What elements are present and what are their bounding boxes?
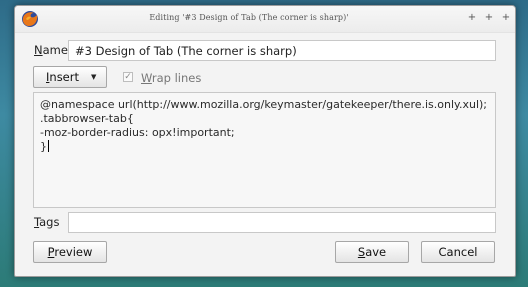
close-button[interactable]: + <box>501 13 511 23</box>
save-button[interactable]: Save <box>335 241 409 263</box>
maximize-button[interactable]: + <box>484 13 494 23</box>
name-label: Name <box>34 43 68 57</box>
insert-button[interactable]: Insert ▼ <box>33 66 107 88</box>
cancel-button[interactable]: Cancel <box>421 241 495 263</box>
chevron-down-icon: ▼ <box>91 73 97 81</box>
code-line-with-caret: } <box>40 140 495 154</box>
wrap-lines-label[interactable]: Wrap lines <box>141 71 201 85</box>
text-caret <box>48 140 49 152</box>
wrap-lines-checkbox[interactable]: ✓ <box>123 72 133 82</box>
preview-button[interactable]: Preview <box>33 241 107 263</box>
code-line: .tabbrowser-tab{ <box>40 112 134 125</box>
css-code-editor[interactable]: @namespace url(http://www.mozilla.org/ke… <box>33 92 496 208</box>
checkmark-icon: ✓ <box>124 72 132 82</box>
tags-field[interactable] <box>68 212 496 233</box>
title-bar[interactable]: Editing '#3 Design of Tab (The corner is… <box>15 6 515 33</box>
name-field[interactable]: #3 Design of Tab (The corner is sharp) <box>68 40 496 61</box>
insert-button-label: Insert <box>46 70 79 84</box>
firefox-icon <box>22 11 38 27</box>
minimize-button[interactable]: + <box>467 13 477 23</box>
tags-label: Tags <box>34 215 60 229</box>
window-title: Editing '#3 Design of Tab (The corner is… <box>149 13 349 22</box>
editor-dialog: Editing '#3 Design of Tab (The corner is… <box>14 5 516 277</box>
code-line: @namespace url(http://www.mozilla.org/ke… <box>40 98 488 111</box>
code-line-text: } <box>40 140 47 153</box>
code-line: -moz-border-radius: opx!important; <box>40 126 235 139</box>
